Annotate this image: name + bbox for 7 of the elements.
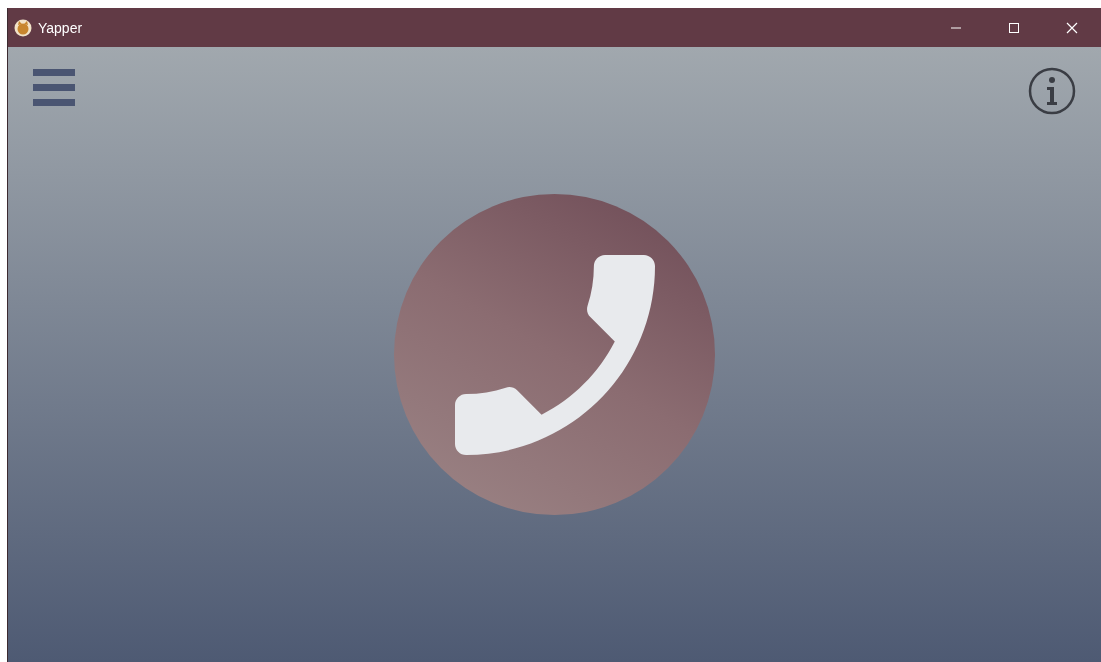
menu-icon[interactable]: [33, 67, 75, 109]
close-icon: [1066, 21, 1078, 34]
maximize-icon: [1008, 21, 1020, 34]
window-title: Yapper: [38, 19, 83, 36]
info-icon[interactable]: [1028, 67, 1076, 115]
app-icon: [14, 18, 32, 37]
phone-icon: [454, 254, 655, 455]
